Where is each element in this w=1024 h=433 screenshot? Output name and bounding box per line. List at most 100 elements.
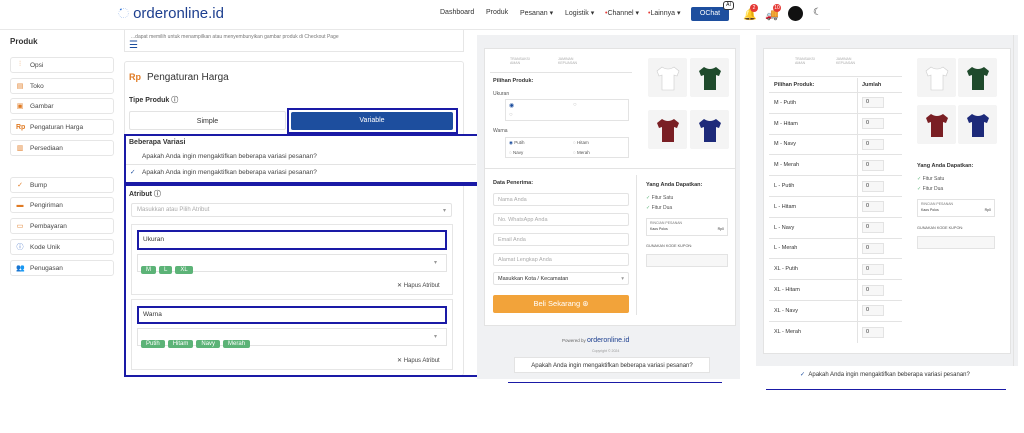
variasi-question-checked[interactable]: Apakah Anda ingin mengaktifkan beberapa … — [142, 169, 317, 176]
tag-navy[interactable]: Navy — [196, 340, 221, 348]
qty-input[interactable]: 0 — [862, 242, 884, 254]
sidebar-item-gambar[interactable]: ▣ Gambar — [10, 98, 114, 114]
radio-selected-icon: ◉ — [509, 140, 513, 145]
sidebar-item-pengiriman[interactable]: ▬ Pengiriman — [10, 197, 114, 213]
fitur-label: Fitur Dua — [651, 205, 673, 211]
badge-transaksi-aman: TRANSAKSI AMAN — [795, 57, 815, 65]
tag-m[interactable]: M — [141, 266, 156, 274]
sidebar-item-bump[interactable]: ✓ Bump — [10, 177, 114, 193]
tag-putih[interactable]: Putih — [141, 340, 165, 348]
kota-select[interactable]: Masukkan Kota / Kecamatan ▾ — [493, 272, 629, 285]
tshirt-icon — [966, 113, 989, 137]
hapus-atribut-button-2[interactable]: ✕ Hapus Atribut — [397, 357, 440, 364]
variable-button[interactable]: Variable — [291, 112, 453, 130]
chevron-down-icon: ▾ — [442, 208, 446, 214]
warna-label: Warna — [493, 128, 508, 134]
nav-logistik[interactable]: Logistik ▾ — [565, 9, 594, 17]
rincian-item: Kaos Polos — [650, 227, 668, 231]
chevron-down-icon[interactable]: ▾ — [434, 259, 437, 266]
chevron-down-icon[interactable]: ▾ — [434, 333, 437, 340]
kupon-input[interactable] — [917, 236, 995, 249]
attr1-tags: M L XL — [141, 258, 196, 276]
sidebar-item-penugasan[interactable]: 👥 Penugasan — [10, 260, 114, 276]
sidebar-item-pengaturan-harga[interactable]: Rp Pengaturan Harga — [10, 119, 114, 135]
attr2-name-input[interactable]: Warna — [143, 311, 162, 318]
qty-input[interactable]: 0 — [862, 201, 884, 213]
radio-icon: ○ — [509, 150, 512, 155]
ukuran-options[interactable]: ◉ ○ ○ — [505, 99, 629, 121]
atribut-input[interactable]: Masukkan atau Pilih Atribut ▾ — [131, 203, 452, 217]
qty-input[interactable]: 0 — [862, 180, 884, 192]
check-icon: ✓ — [646, 195, 651, 201]
truck-count-badge: 10 — [773, 4, 781, 12]
shirt-navy-image — [690, 110, 729, 149]
radio-icon: ○ — [573, 150, 576, 155]
qty-cell: 0 — [858, 301, 902, 321]
card-icon: ▭ — [16, 223, 24, 230]
tshirt-icon — [966, 66, 989, 90]
qty-input[interactable]: 0 — [862, 305, 884, 317]
nav-lainnya-label: Lainnya — [650, 10, 675, 17]
sidebar-item-pembayaran[interactable]: ▭ Pembayaran — [10, 218, 114, 234]
variasi-question-button[interactable]: Apakah Anda ingin mengaktifkan beberapa … — [514, 357, 710, 373]
box-icon: ▥ — [16, 145, 24, 152]
qty-input[interactable]: 0 — [862, 118, 884, 130]
variation-table: Pilihan Produk: Jumlah M - Putih 0 M - Hit… — [769, 78, 902, 343]
whatsapp-field[interactable]: No. WhatsApp Anda — [493, 213, 629, 226]
nav-pesanan[interactable]: Pesanan ▾ — [520, 9, 553, 17]
rincian-title: RINCIAN PESANAN — [921, 202, 954, 206]
qty-input[interactable]: 0 — [862, 326, 884, 338]
row-label: M - Putih — [769, 93, 858, 113]
tipe-produk-text: Tipe Produk — [129, 97, 170, 104]
qty-input[interactable]: 0 — [862, 284, 884, 296]
qty-input[interactable]: 0 — [862, 97, 884, 109]
row-label: M - Navy — [769, 134, 858, 155]
nav-lainnya[interactable]: •Lainnya ▾ — [648, 9, 680, 17]
attr1-name-input[interactable]: Ukuran — [143, 236, 164, 243]
alamat-field[interactable]: Alamat Lengkap Anda — [493, 253, 629, 266]
moon-icon[interactable]: ☾ — [813, 7, 822, 18]
sidebar-item-toko[interactable]: ▤ Toko — [10, 78, 114, 94]
variasi-question-unchecked[interactable]: Apakah Anda ingin mengaktifkan beberapa … — [142, 153, 317, 160]
chevron-down-icon: ▾ — [590, 10, 595, 17]
sidebar-item-persediaan[interactable]: ▥ Persediaan — [10, 140, 114, 156]
email-field[interactable]: Email Anda — [493, 233, 629, 246]
tag-merah[interactable]: Merah — [223, 340, 251, 348]
tag-xl[interactable]: XL — [175, 266, 193, 274]
hapus-atribut-button-1[interactable]: ✕ Hapus Atribut — [397, 282, 440, 289]
nav-dashboard[interactable]: Dashboard — [440, 9, 474, 16]
rincian-title: RINCIAN PESANAN — [650, 221, 683, 225]
beli-sekarang-button[interactable]: Beli Sekarang ⊛ — [493, 295, 629, 313]
variasi-question-checked-2[interactable]: ✓ Apakah Anda ingin mengaktifkan beberap… — [800, 371, 970, 378]
row-label: XL - Hitam — [769, 280, 858, 300]
tag-l[interactable]: L — [159, 266, 173, 274]
simple-button[interactable]: Simple — [129, 111, 286, 130]
row-label: L - Hitam — [769, 196, 858, 217]
atribut-label: Atribut ⓘ — [129, 189, 161, 199]
tag-hitam[interactable]: Hitam — [167, 340, 194, 348]
sidebar-item-opsi[interactable]: ⫶ Opsi — [10, 57, 114, 73]
attr2-tags: Putih Hitam Navy Merah — [141, 332, 253, 350]
nav-produk[interactable]: Produk — [486, 9, 508, 16]
avatar[interactable] — [788, 6, 803, 21]
rincian-item: Kaos Polos — [921, 208, 939, 212]
nama-field[interactable]: Nama Anda — [493, 193, 629, 206]
qty-input[interactable]: 0 — [862, 222, 884, 234]
table-row: L - Merah 0 — [769, 238, 902, 260]
kupon-input[interactable] — [646, 254, 728, 267]
nav-channel[interactable]: •Channel ▾ — [605, 9, 639, 17]
qty-input[interactable]: 0 — [862, 159, 884, 171]
warna-options[interactable]: ◉ Putih ○ Hitam ○ Navy ○ Merah — [505, 137, 629, 158]
chevron-down-icon: ▾ — [676, 10, 681, 17]
row-label: M - Merah — [769, 155, 858, 176]
check-icon: ✓ — [130, 169, 136, 176]
qty-cell: 0 — [858, 176, 902, 196]
brand-logo[interactable]: ᨗ orderonline.id — [118, 5, 224, 22]
sidebar-item-label: Pengaturan Harga — [30, 123, 84, 131]
table-row: L - Putih 0 — [769, 176, 902, 197]
qty-input[interactable]: 0 — [862, 138, 884, 150]
sidebar-item-kode-unik[interactable]: ⓘ Kode Unik — [10, 239, 114, 255]
qty-input[interactable]: 0 — [862, 263, 884, 275]
image-settings-hint: ...dapat memilih untuk menampilkan atau … — [124, 30, 464, 52]
hamburger-menu-icon[interactable]: ☰ — [129, 40, 138, 51]
